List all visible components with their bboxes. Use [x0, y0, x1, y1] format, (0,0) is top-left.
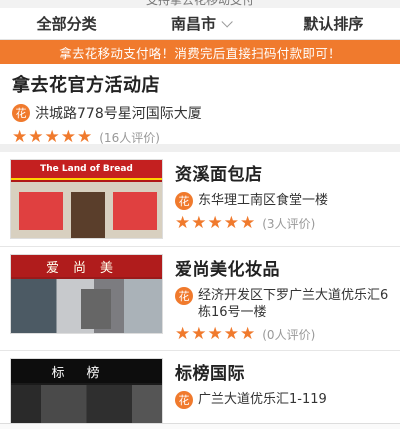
huabei-badge-icon: 花: [12, 104, 30, 122]
star-icon: ★: [207, 324, 223, 344]
star-icon: ★: [77, 127, 93, 147]
shop-photo[interactable]: 标榜: [10, 358, 163, 429]
shop-item[interactable]: The Land of Bread 资溪面包店 花 东华理工南区食堂一楼 ★ ★…: [0, 152, 400, 247]
star-icon: ★: [175, 324, 191, 344]
shop-name: 标榜国际: [175, 364, 245, 384]
filter-city[interactable]: 南昌市: [133, 13, 266, 34]
star-icon: ★: [44, 127, 60, 147]
top-strip-text: 支持拿去花移动支付: [145, 0, 254, 7]
featured-store-address: 洪城路778号星河国际大厦: [35, 106, 202, 122]
star-icon: ★: [191, 324, 207, 344]
featured-store-address-row: 花 洪城路778号星河国际大厦: [12, 103, 388, 123]
star-icon: ★: [12, 127, 28, 147]
featured-store[interactable]: 拿去花官方活动店 花 洪城路778号星河国际大厦 ★ ★ ★ ★ ★ (16人评…: [0, 64, 400, 146]
shop-address-row: 花 东华理工南区食堂一楼: [175, 192, 390, 210]
review-count: (0人评价): [262, 328, 316, 342]
shop-rating: ★ ★ ★ ★ ★ (0人评价): [175, 326, 390, 343]
chevron-down-icon: [221, 15, 233, 28]
shop-photo[interactable]: 爱尚美: [10, 254, 163, 334]
filter-sort[interactable]: 默认排序: [267, 13, 400, 34]
filter-category-label: 全部分类: [36, 15, 97, 33]
shop-address: 经济开发区下罗广兰大道优乐汇6栋16号一楼: [198, 288, 389, 320]
featured-store-title: 拿去花官方活动店: [12, 75, 160, 96]
huabei-badge-icon: 花: [175, 287, 193, 305]
shop-sign: The Land of Bread: [11, 160, 162, 180]
shop-rating: ★ ★ ★ ★ ★ (3人评价): [175, 215, 390, 232]
top-strip: 支持拿去花移动支付: [0, 0, 400, 8]
star-icon: ★: [191, 213, 207, 233]
shop-info: 爱尚美化妆品 花 经济开发区下罗广兰大道优乐汇6栋16号一楼 ★ ★ ★ ★ ★…: [163, 254, 390, 343]
filter-sort-label: 默认排序: [303, 15, 364, 33]
filter-bar: 全部分类 南昌市 默认排序: [0, 8, 400, 40]
shop-address-row: 花 广兰大道优乐汇1-119: [175, 391, 390, 409]
shop-item[interactable]: 标榜 标榜国际 花 广兰大道优乐汇1-119: [0, 351, 400, 429]
review-count: (16人评价): [99, 131, 160, 145]
shop-photo[interactable]: The Land of Bread: [10, 159, 163, 239]
star-icon: ★: [223, 324, 239, 344]
huabei-badge-icon: 花: [175, 391, 193, 409]
featured-store-rating: ★ ★ ★ ★ ★ (16人评价): [12, 129, 388, 146]
star-icon: ★: [223, 213, 239, 233]
star-icon: ★: [28, 127, 44, 147]
filter-city-label: 南昌市: [170, 15, 216, 33]
star-icon: ★: [175, 213, 191, 233]
shop-info: 标榜国际 花 广兰大道优乐汇1-119: [163, 358, 390, 429]
star-icon: ★: [240, 213, 256, 233]
shop-item[interactable]: 爱尚美 爱尚美化妆品 花 经济开发区下罗广兰大道优乐汇6栋16号一楼 ★ ★ ★…: [0, 247, 400, 351]
bottom-nav-bar: [0, 423, 400, 429]
shop-sign: 爱尚美: [11, 255, 162, 277]
notice-text: 拿去花移动支付咯！消费完后直接扫码付款即可！: [59, 45, 341, 61]
filter-category[interactable]: 全部分类: [0, 13, 133, 34]
shop-sign-text: 标榜: [51, 365, 122, 381]
review-count: (3人评价): [262, 217, 316, 231]
shop-info: 资溪面包店 花 东华理工南区食堂一楼 ★ ★ ★ ★ ★ (3人评价): [163, 159, 390, 239]
shop-address-row: 花 经济开发区下罗广兰大道优乐汇6栋16号一楼: [175, 287, 390, 321]
notice-banner: 拿去花移动支付咯！消费完后直接扫码付款即可！: [0, 40, 400, 64]
huabei-badge-icon: 花: [175, 192, 193, 210]
star-icon: ★: [207, 213, 223, 233]
shop-name: 资溪面包店: [175, 165, 263, 185]
shop-sign-text: 爱尚美: [45, 260, 127, 276]
shop-address: 广兰大道优乐汇1-119: [198, 392, 327, 407]
star-icon: ★: [60, 127, 76, 147]
shop-sign-text: The Land of Bread: [40, 164, 133, 174]
shop-sign: 标榜: [11, 359, 162, 383]
star-icon: ★: [240, 324, 256, 344]
shop-address: 东华理工南区食堂一楼: [198, 193, 329, 208]
shop-name: 爱尚美化妆品: [175, 260, 280, 280]
